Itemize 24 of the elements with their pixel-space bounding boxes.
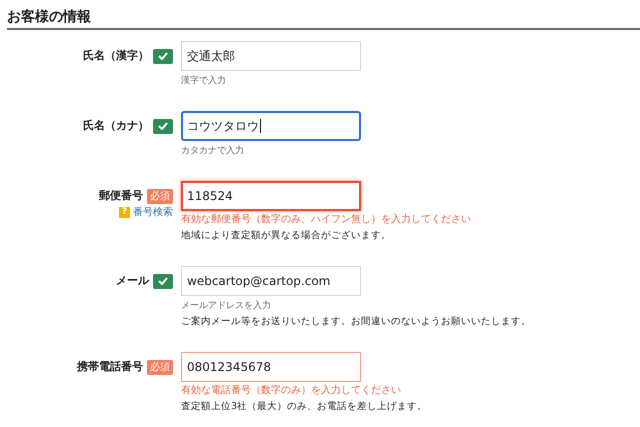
- field-label: 氏名（カナ）: [83, 118, 149, 134]
- section-title: お客様の情報: [7, 9, 92, 25]
- field-note: 査定額上位3社（最大）のみ、お電話を差し上げます。: [181, 400, 428, 414]
- error-message: 有効な電話番号（数字のみ）を入力してください: [181, 384, 402, 398]
- field-label: メール: [116, 273, 149, 289]
- help-icon: ?: [119, 206, 130, 218]
- field-hint: カタカナで入力: [181, 144, 245, 158]
- input-field[interactable]: コウツタロウ: [181, 111, 361, 141]
- field-hint: メールアドレスを入力: [181, 300, 272, 313]
- error-message: 有効な郵便番号（数字のみ、ハイフン無し）を入力してください: [181, 212, 471, 227]
- input-field[interactable]: 08012345678: [181, 352, 361, 382]
- postal-search-link[interactable]: 番号検索: [133, 205, 173, 219]
- field-label: 郵便番号: [99, 188, 143, 204]
- field-note: 地域により査定額が異なる場合がございます。: [181, 229, 392, 243]
- required-badge: 必須: [147, 360, 173, 374]
- field-hint: 漢字で入力: [181, 74, 227, 88]
- field-label: 携帯電話番号: [77, 359, 143, 375]
- input-field[interactable]: 交通太郎: [181, 41, 361, 71]
- required-badge: 必須: [147, 188, 173, 204]
- field-note: ご案内メール等をお送りいたします。お間違いのないようお願いいたします。: [181, 315, 531, 329]
- text-cursor: [260, 119, 261, 133]
- field-label: 氏名（漢字）: [83, 48, 149, 64]
- input-field[interactable]: webcartop@cartop.com: [181, 266, 361, 296]
- input-field[interactable]: 118524: [181, 181, 361, 211]
